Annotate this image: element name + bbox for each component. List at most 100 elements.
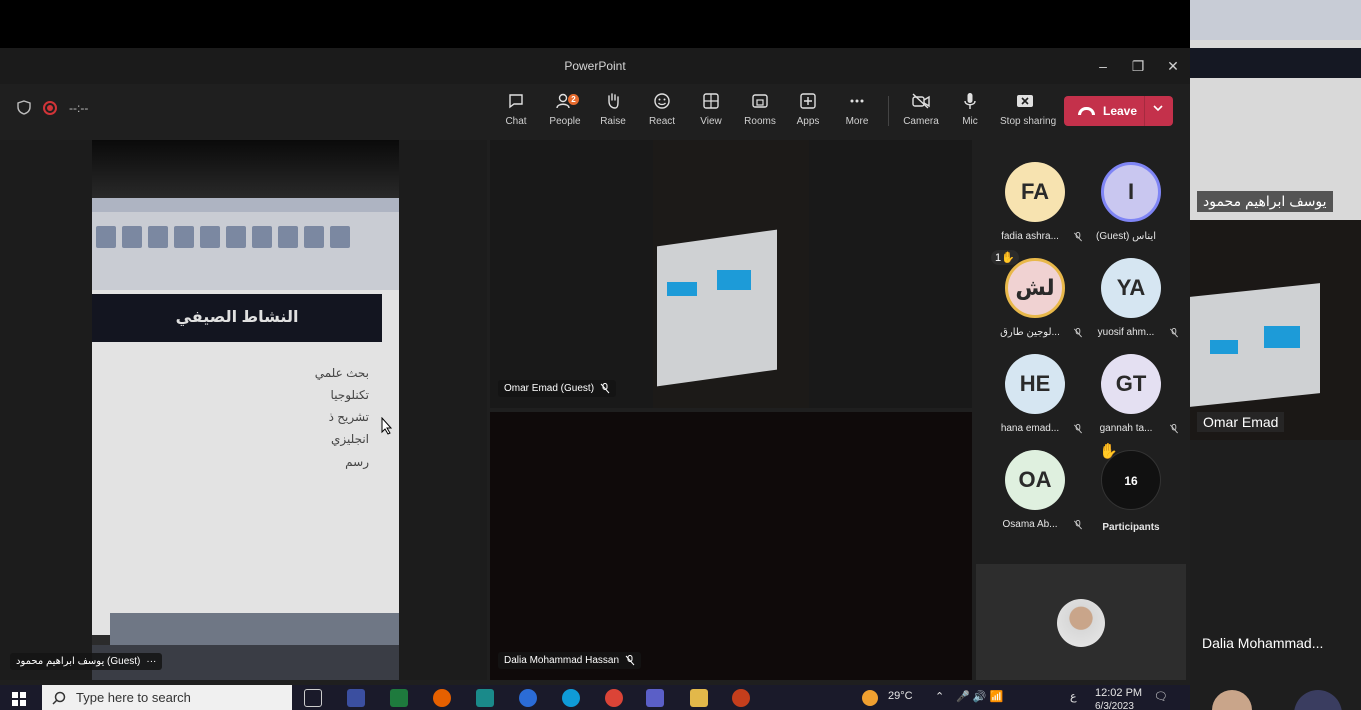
participants-grid: FA fadia ashra... I (Guest) ايناس لش 1✋ … — [975, 140, 1190, 560]
side-video-tile[interactable]: يوسف ابراهيم محمود — [1190, 0, 1361, 220]
participant-name: gannah ta... — [1099, 423, 1153, 434]
view-button[interactable]: View — [686, 92, 736, 136]
camera-button[interactable]: Camera — [896, 92, 946, 136]
weather-temp: 29°C — [888, 690, 913, 702]
more-options-icon[interactable]: ··· — [146, 656, 156, 667]
more-label: More — [845, 116, 869, 127]
more-button[interactable]: More — [832, 92, 882, 136]
meeting-toolbar: --:-- Chat 2 People Raise React View Roo… — [0, 84, 1190, 140]
avatar: OA — [1005, 450, 1065, 510]
ribbon-icon — [148, 226, 168, 248]
people-label: People — [549, 116, 581, 127]
participant-name-chip: Dalia Mohammad Hassan — [498, 652, 642, 669]
teams-icon[interactable] — [646, 689, 664, 707]
camera-off-icon — [896, 92, 946, 114]
self-view-tile[interactable] — [976, 564, 1186, 680]
omar-video-tile[interactable]: Omar Emad (Guest) — [490, 140, 972, 408]
tray-icons[interactable]: 🎤 🔊 📶 — [956, 690, 1003, 703]
more-participants-button[interactable]: ✋ 16 Participants — [1081, 440, 1181, 536]
firefox-icon[interactable] — [433, 689, 451, 707]
side-slide-title — [1190, 48, 1361, 78]
excel-icon[interactable] — [390, 689, 408, 707]
video-shadow — [92, 140, 399, 200]
slide-bullet: تشريح ذ — [328, 410, 369, 424]
screen: PowerPoint – ❐ ✕ --:-- Chat 2 People Rai… — [0, 0, 1361, 710]
view-label: View — [700, 116, 722, 127]
close-button[interactable]: ✕ — [1161, 56, 1185, 76]
ribbon-icon — [200, 226, 220, 248]
input-language[interactable]: ع — [1070, 690, 1077, 703]
file-explorer-icon[interactable] — [690, 689, 708, 707]
mic-icon — [945, 92, 995, 114]
slide-bullet: رسم — [345, 455, 369, 469]
search-icon — [52, 691, 66, 705]
self-avatar — [1057, 599, 1105, 647]
ribbon-icon — [252, 226, 272, 248]
participant-tile[interactable]: GT gannah ta... — [1081, 344, 1181, 440]
task-view-icon[interactable] — [304, 689, 322, 707]
people-icon — [540, 92, 590, 114]
rooms-button[interactable]: Rooms — [735, 92, 785, 136]
participant-name: yuosif ahm... — [1097, 327, 1155, 338]
notification-icon[interactable]: 🗨 — [1154, 690, 1168, 703]
taskbar-search[interactable]: Type here to search — [42, 685, 292, 710]
ribbon-icon — [278, 226, 298, 248]
arduino-icon[interactable] — [476, 689, 494, 707]
apps-button[interactable]: Apps — [783, 92, 833, 136]
search-placeholder: Type here to search — [76, 690, 191, 705]
participant-name: لوجين طارق... — [1000, 327, 1060, 338]
people-badge: 2 — [568, 94, 579, 105]
react-button[interactable]: React — [637, 92, 687, 136]
app-icon[interactable] — [347, 689, 365, 707]
smiley-icon — [637, 92, 687, 114]
participant-tile[interactable]: لش 1✋ لوجين طارق... — [985, 248, 1085, 344]
raise-hand-button[interactable]: Raise — [588, 92, 638, 136]
recording-icon — [43, 100, 57, 115]
video-taskbar — [110, 613, 399, 645]
leave-label: Leave — [1103, 104, 1138, 118]
participant-tile[interactable]: YA yuosif ahm... — [1081, 248, 1181, 344]
participant-tile[interactable]: FA fadia ashra... — [985, 152, 1085, 248]
participant-name: Omar Emad (Guest) — [504, 383, 595, 394]
powerpoint-icon[interactable] — [732, 689, 750, 707]
chevron-down-icon[interactable] — [1150, 103, 1166, 119]
clock-time[interactable]: 12:02 PM — [1095, 687, 1142, 699]
meeting-stage: النشاط الصيفي بحث علمي تكنلوجيا تشريح ذ … — [0, 140, 1190, 685]
minimize-button[interactable]: – — [1091, 56, 1115, 76]
phone-icon — [1078, 107, 1095, 115]
participant-tile[interactable]: HE hana emad... — [985, 344, 1085, 440]
avatar: GT — [1101, 354, 1161, 414]
edge-icon[interactable] — [562, 689, 580, 707]
ribbon-icon — [122, 226, 142, 248]
participant-tile[interactable]: OA Osama Ab... — [985, 440, 1085, 536]
mic-muted-icon — [1170, 328, 1178, 338]
raised-hand-badge: 1✋ — [991, 250, 1019, 265]
dalia-video-tile[interactable]: Dalia Mohammad Hassan — [490, 412, 972, 680]
avatar: YA — [1101, 258, 1161, 318]
side-video-tile[interactable]: Dalia Mohammad... — [1190, 440, 1361, 710]
stop-sharing-button[interactable]: Stop sharing — [1000, 92, 1056, 136]
leave-button[interactable]: Leave — [1064, 96, 1173, 126]
side-video-tile[interactable]: Omar Emad — [1190, 220, 1361, 440]
people-button[interactable]: 2 People — [540, 92, 590, 136]
participant-name: (Guest) ايناس — [1096, 231, 1156, 242]
restore-button[interactable]: ❐ — [1126, 56, 1150, 76]
main-video-tile[interactable]: النشاط الصيفي بحث علمي تكنلوجيا تشريح ذ … — [0, 140, 487, 680]
hand-icon: ✋ — [1001, 252, 1015, 264]
toolbar-divider — [888, 96, 889, 126]
participant-name: fadia ashra... — [1001, 231, 1059, 242]
mic-button[interactable]: Mic — [945, 92, 995, 136]
side-participant-name: Omar Emad — [1197, 412, 1285, 432]
chat-button[interactable]: Chat — [491, 92, 541, 136]
stop-share-icon — [1000, 92, 1050, 114]
clock-date[interactable]: 6/3/2023 — [1095, 701, 1134, 710]
mic-muted-icon — [625, 655, 635, 666]
windows-start-icon[interactable] — [12, 692, 26, 706]
tray-chevron-icon[interactable]: ⌃ — [935, 690, 944, 703]
slide-shape — [1264, 326, 1300, 348]
participant-tile[interactable]: I (Guest) ايناس — [1081, 152, 1181, 248]
chrome-icon[interactable] — [605, 689, 623, 707]
avatar: I — [1101, 162, 1161, 222]
side-video-strip: يوسف ابراهيم محمود Omar Emad Dalia Moham… — [1190, 0, 1361, 710]
app-icon[interactable] — [519, 689, 537, 707]
